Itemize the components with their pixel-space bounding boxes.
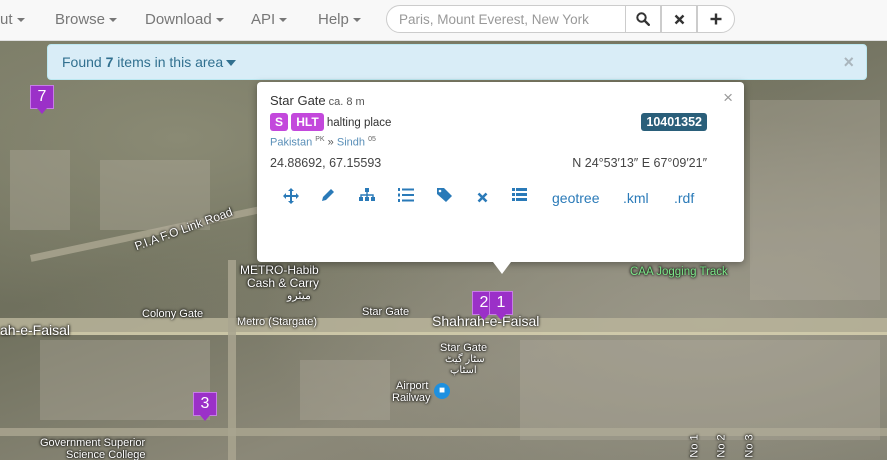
class-code-label: S	[270, 113, 289, 131]
results-alert: Found 7 items in this area ×	[47, 44, 867, 80]
close-icon	[674, 14, 684, 24]
move-icon	[283, 188, 299, 204]
pencil-icon	[322, 189, 334, 201]
geonameid-badge: 10401352	[641, 113, 707, 131]
clear-search-button[interactable]	[661, 5, 697, 33]
geotree-link[interactable]: geotree	[552, 188, 599, 208]
caret-down-icon	[226, 60, 237, 67]
hierarchy-button[interactable]	[359, 188, 375, 208]
vertical-road	[228, 260, 236, 460]
edit-button[interactable]	[321, 188, 335, 208]
map-label-airport: Airport	[396, 380, 429, 392]
breadcrumb-separator: »	[327, 136, 334, 149]
dms-coordinates: N 24°53′13″ E 67°09′21″	[572, 156, 707, 170]
search-icon	[636, 12, 650, 26]
search-input[interactable]	[386, 5, 626, 33]
map-label-science-college: Science College	[66, 449, 146, 460]
map-label-star-gate: Star Gate	[440, 342, 488, 354]
map-label-govt-college: Government Superior	[40, 437, 146, 449]
sitemap-icon	[359, 188, 375, 201]
map-block	[520, 340, 880, 440]
highway-road-edge	[0, 332, 887, 335]
map-label-no3: No 3	[743, 434, 756, 458]
breadcrumb-admin1[interactable]: Sindh	[337, 137, 365, 149]
nav-browse-label: Browse	[55, 11, 106, 28]
chevron-down-icon	[352, 18, 361, 23]
map-block	[40, 340, 210, 420]
delete-icon	[477, 192, 488, 203]
map-marker[interactable]: 7	[30, 85, 54, 114]
map-label-star-gate-urdu: سٹار گیٹ	[445, 354, 485, 365]
place-name: Star Gate	[270, 93, 326, 108]
decimal-coordinates: 24.88692, 67.15593	[270, 156, 382, 170]
map-label-metro-stargate: Metro (Stargate)	[237, 316, 318, 328]
chevron-down-icon	[109, 18, 118, 23]
map-label-no1: No 1	[688, 434, 701, 458]
results-toggle[interactable]: Found 7 items in this area	[62, 54, 237, 70]
numbered-list-button[interactable]	[398, 188, 414, 208]
map-label-star-gate-road: Star Gate	[362, 306, 410, 318]
list-button[interactable]	[512, 188, 527, 208]
nav-download-label: Download	[145, 11, 212, 28]
nav-help-label: Help	[318, 11, 349, 28]
map-label-metro-urdu: میٹرو	[287, 290, 311, 302]
chevron-down-icon	[16, 18, 25, 23]
tags-button[interactable]	[437, 188, 453, 208]
feature-class: S HLT halting place	[270, 113, 391, 131]
country-code: PK	[315, 136, 325, 143]
map-marker[interactable]: 1	[489, 291, 513, 320]
chevron-down-icon	[279, 18, 288, 23]
map-label-shahrah-left: ah-e-Faisal	[0, 322, 71, 338]
rdf-link[interactable]: .rdf	[674, 188, 694, 208]
map-label-caa-jogging: CAA Jogging Track	[630, 266, 728, 278]
feature-code-label: HLT	[291, 113, 324, 131]
map-label-star-gate-urdu2: اسٹاپ	[450, 365, 477, 376]
chevron-down-icon	[215, 18, 224, 23]
nav-api-label: API	[251, 11, 276, 28]
breadcrumb-country[interactable]: Pakistan	[270, 137, 312, 149]
map-marker[interactable]: 3	[193, 392, 217, 421]
map-label-metro-habib: METRO-Habib	[240, 263, 319, 277]
map-block	[750, 100, 880, 300]
place-title: Star Gate ca. 8 m	[270, 93, 365, 108]
alert-prefix: Found	[62, 54, 106, 70]
place-popup: × Star Gate ca. 8 m S HLT halting place 1…	[257, 82, 744, 274]
list-icon	[512, 188, 527, 201]
map-label-cash-carry: Cash & Carry	[247, 276, 320, 290]
list-ol-icon	[398, 188, 414, 202]
search-button[interactable]	[625, 5, 661, 33]
map-label-no2: No 2	[715, 434, 728, 458]
map-block	[300, 360, 390, 420]
nav-about-label: ut	[0, 11, 13, 28]
train-station-icon: ■	[434, 383, 450, 399]
nav-download[interactable]: Download	[145, 0, 224, 40]
nav-browse[interactable]: Browse	[55, 0, 118, 40]
popup-close-button[interactable]: ×	[723, 88, 733, 108]
add-button[interactable]	[697, 5, 735, 33]
nav-help[interactable]: Help	[318, 0, 361, 40]
admin1-code: 05	[368, 136, 376, 143]
tags-icon	[437, 188, 452, 202]
map-block	[10, 150, 70, 230]
map-label-railway: Railway	[392, 392, 431, 404]
nav-about[interactable]: ut	[0, 0, 25, 40]
map-label-colony-gate: Colony Gate	[142, 308, 204, 320]
top-navbar: ut Browse Download API Help	[0, 0, 887, 41]
alert-suffix: items in this area	[113, 54, 224, 70]
nav-api[interactable]: API	[251, 0, 288, 40]
breadcrumb: Pakistan PK » Sindh 05	[270, 136, 376, 149]
delete-button[interactable]	[477, 188, 488, 208]
feature-description: halting place	[326, 117, 392, 129]
plus-icon	[710, 13, 722, 25]
move-button[interactable]	[283, 188, 299, 208]
place-elevation: ca. 8 m	[328, 96, 365, 108]
alert-close-button[interactable]: ×	[843, 52, 854, 73]
kml-link[interactable]: .kml	[623, 188, 649, 208]
